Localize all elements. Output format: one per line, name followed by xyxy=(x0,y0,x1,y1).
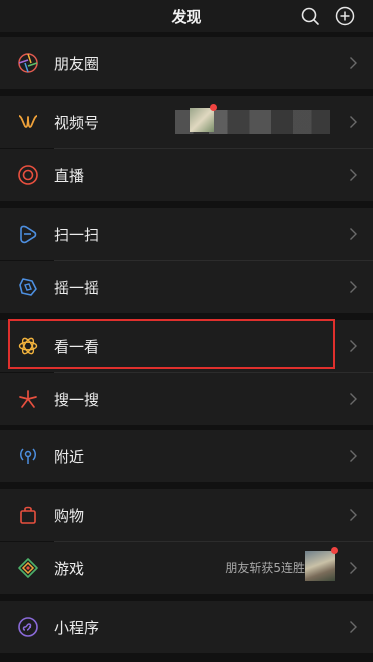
shopping-row[interactable]: 购物 xyxy=(0,489,373,541)
scan-row[interactable]: 扫一扫 xyxy=(0,208,373,260)
games-note: 朋友斩获5连胜 xyxy=(225,561,305,575)
chevron-right-icon xyxy=(350,340,357,352)
chevron-right-icon xyxy=(350,393,357,405)
chevron-right-icon xyxy=(350,281,357,293)
nearby-row[interactable]: 附近 xyxy=(0,430,373,482)
games-thumbnail xyxy=(305,551,335,581)
chevron-right-icon xyxy=(350,57,357,69)
search-feature-row[interactable]: 搜一搜 xyxy=(0,373,373,425)
channels-icon xyxy=(18,115,38,128)
channels-label: 视频号 xyxy=(54,114,100,132)
scan-icon xyxy=(20,225,37,244)
mini-programs-label: 小程序 xyxy=(54,619,100,637)
chevron-right-icon xyxy=(350,450,357,462)
search-icon[interactable] xyxy=(299,5,321,27)
live-icon xyxy=(18,165,38,185)
shopping-label: 购物 xyxy=(54,507,85,525)
scan-label: 扫一扫 xyxy=(54,226,100,244)
games-icon xyxy=(18,558,38,578)
games-label: 游戏 xyxy=(54,560,85,578)
search-feature-icon xyxy=(19,390,37,408)
chevron-right-icon xyxy=(350,562,357,574)
chevron-right-icon xyxy=(350,509,357,521)
add-icon[interactable] xyxy=(334,5,356,27)
moments-icon xyxy=(18,53,38,73)
chevron-right-icon xyxy=(350,228,357,240)
shake-icon xyxy=(19,278,37,296)
search-feature-label: 搜一搜 xyxy=(54,391,100,409)
moments-label: 朋友圈 xyxy=(54,55,100,73)
nearby-icon xyxy=(20,448,36,464)
shopping-icon xyxy=(20,506,36,524)
nearby-label: 附近 xyxy=(54,448,85,466)
chevron-right-icon xyxy=(350,169,357,181)
channels-badge xyxy=(210,104,217,111)
shake-row[interactable]: 摇一摇 xyxy=(0,261,373,313)
live-label: 直播 xyxy=(54,167,85,185)
mini-programs-icon xyxy=(18,617,38,637)
top-bar: 发现 xyxy=(0,0,373,32)
shake-label: 摇一摇 xyxy=(54,279,100,297)
channels-thumbnail xyxy=(190,108,214,132)
mini-programs-row[interactable]: 小程序 xyxy=(0,601,373,653)
highlight-box xyxy=(8,319,335,369)
chevron-right-icon xyxy=(350,116,357,128)
chevron-right-icon xyxy=(350,621,357,633)
moments-row[interactable]: 朋友圈 xyxy=(0,37,373,89)
live-row[interactable]: 直播 xyxy=(0,149,373,201)
games-badge xyxy=(331,547,338,554)
